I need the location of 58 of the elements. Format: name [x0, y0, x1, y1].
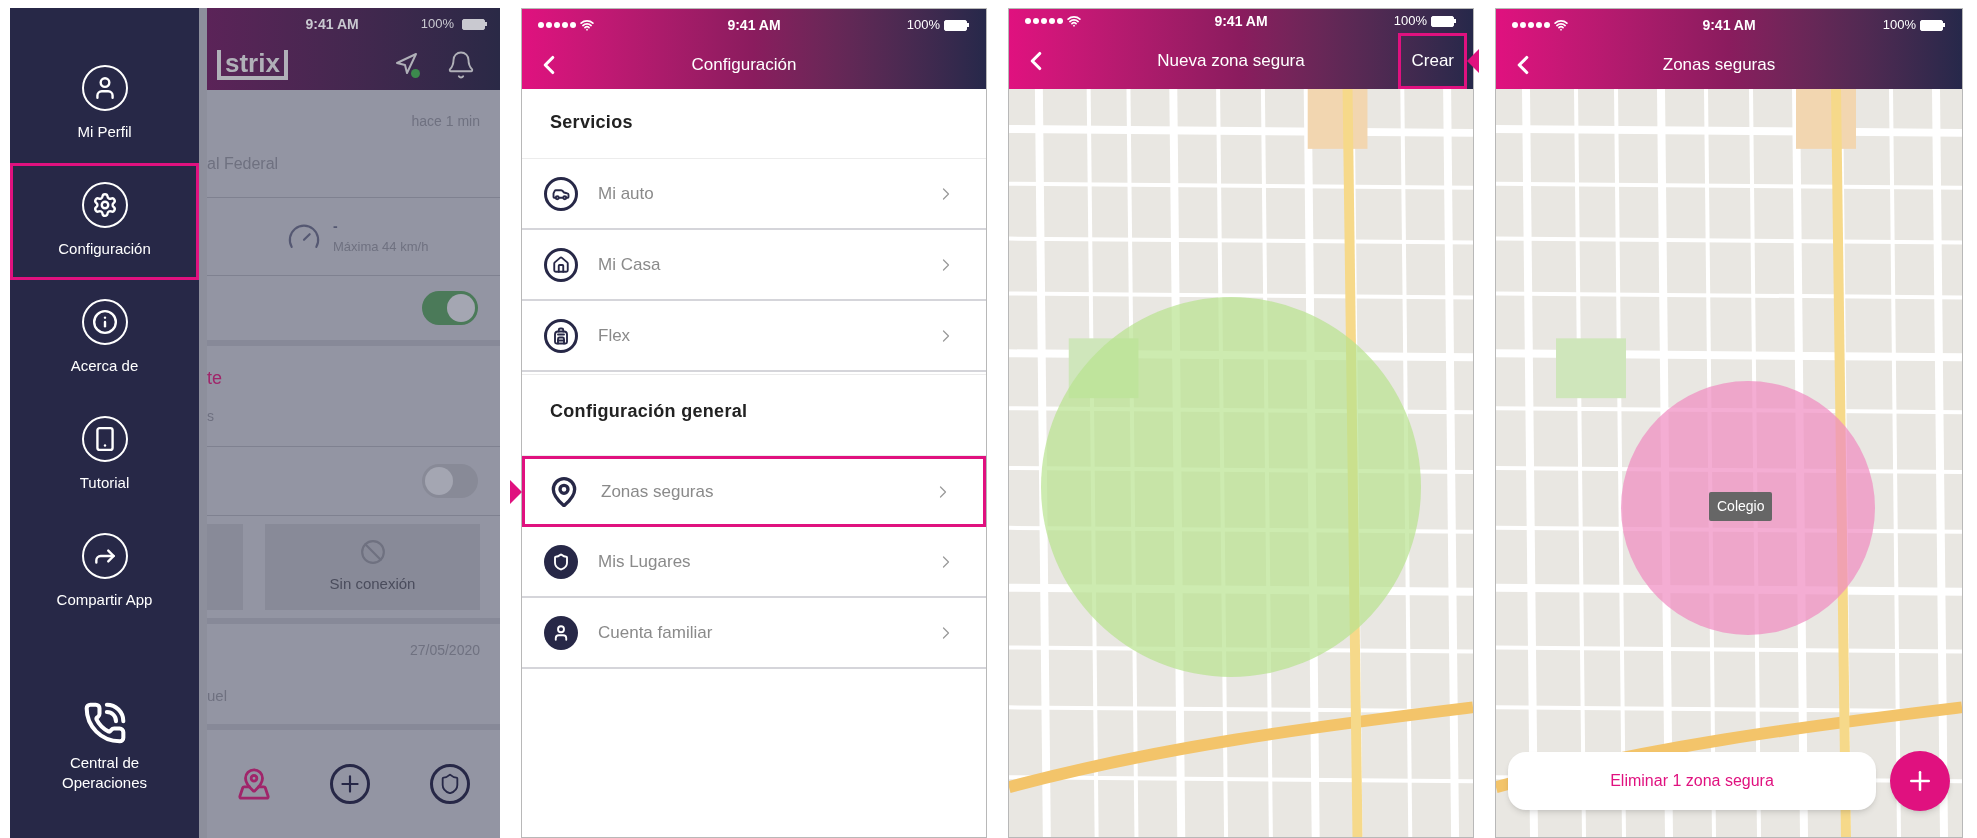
phone-play-icon — [81, 416, 128, 463]
share-icon — [81, 533, 128, 580]
bell-icon[interactable] — [446, 50, 476, 80]
signal-icon — [1025, 18, 1063, 24]
menu-item[interactable]: Configuración — [10, 163, 199, 280]
menu-item[interactable]: Tutorial — [10, 397, 199, 514]
settings-row[interactable]: Mis Lugares — [522, 527, 986, 598]
battery-percent: 100% — [906, 16, 940, 35]
menu-item[interactable]: Compartir App — [10, 514, 199, 631]
pointer-icon — [1467, 49, 1479, 73]
wifi-icon — [1067, 14, 1081, 28]
settings-row[interactable]: Mi Casa — [522, 230, 986, 301]
section-heading: Servicios — [550, 111, 633, 134]
settings-row[interactable]: Mi auto — [522, 159, 986, 230]
screen-title: Zonas seguras — [1662, 54, 1776, 77]
settings-row[interactable]: Cuenta familiar — [522, 598, 986, 669]
toggle-switch[interactable] — [422, 464, 478, 498]
status-time: 9:41 AM — [305, 14, 359, 34]
battery-percent: 100% — [1882, 16, 1916, 35]
screen-title: Nueva zona segura — [1157, 50, 1305, 73]
house-icon — [544, 247, 578, 282]
shield-icon — [544, 544, 578, 579]
toggle-switch[interactable] — [422, 291, 478, 325]
speed-value: - — [333, 217, 339, 237]
alert-title: te — [207, 367, 223, 390]
menu-item[interactable]: Mi Perfil — [10, 46, 199, 163]
battery-icon — [944, 19, 970, 31]
connection-status: Sin conexión — [329, 573, 416, 594]
pointer-icon — [510, 479, 522, 504]
navigation-status-icon — [394, 52, 420, 78]
status-time: 9:41 AM — [1702, 15, 1756, 35]
user-icon — [81, 65, 128, 112]
screen-title: Configuración — [691, 54, 797, 77]
signal-icon — [538, 22, 576, 28]
status-time: 9:41 AM — [1214, 11, 1268, 31]
battery-icon — [1920, 19, 1946, 31]
menu-item[interactable]: Acerca de — [10, 280, 199, 397]
section-heading: Configuración general — [550, 400, 748, 423]
shield-icon[interactable] — [430, 764, 471, 804]
battery-percent: 100% — [420, 15, 454, 34]
car-icon — [544, 176, 578, 211]
settings-icon — [81, 182, 128, 229]
status-time: 9:41 AM — [727, 15, 781, 35]
user-icon — [544, 615, 578, 650]
menu-item[interactable]: Central de Operaciones — [10, 692, 199, 802]
battery-percent: 100% — [1393, 12, 1427, 31]
battery-icon — [462, 18, 488, 30]
backpack-icon — [544, 318, 578, 353]
app-logo: strix — [217, 50, 288, 80]
signal-icon — [1512, 22, 1550, 28]
wifi-icon — [1554, 18, 1568, 32]
zone-label: Colegio — [1709, 492, 1773, 521]
add-icon[interactable] — [330, 764, 371, 804]
no-connection-icon — [359, 538, 386, 565]
info-icon — [81, 299, 128, 346]
wifi-icon — [580, 18, 594, 32]
delete-zones-button[interactable]: Eliminar 1 zona segura — [1508, 752, 1876, 810]
battery-icon — [1431, 15, 1457, 27]
